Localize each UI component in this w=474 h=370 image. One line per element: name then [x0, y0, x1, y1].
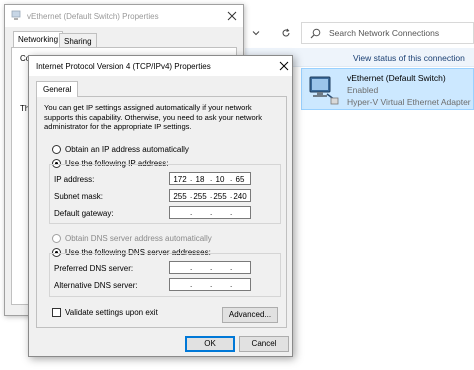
dialog-title-bar: Internet Protocol Version 4 (TCP/IPv4) P…	[29, 56, 292, 76]
ip-octet-2: 18	[195, 175, 205, 184]
subnet-octet-4: 240	[233, 192, 247, 201]
octet-separator: .	[190, 208, 193, 217]
octet-separator: .	[210, 280, 213, 289]
adapter-status: Enabled	[347, 85, 379, 95]
cancel-button[interactable]: Cancel	[239, 336, 289, 352]
subnet-mask-field[interactable]: 255 . 255 . 255 . 240	[169, 189, 251, 202]
subnet-octet-1: 255	[173, 192, 187, 201]
adapter-list-item[interactable]: vEthernet (Default Switch) Enabled Hyper…	[301, 68, 474, 110]
chevron-down-icon[interactable]	[251, 28, 261, 38]
obtain-dns-auto-label[interactable]: Obtain DNS server address automatically	[65, 234, 212, 243]
adapter-description: Hyper-V Virtual Ethernet Adapter	[347, 97, 471, 107]
ip-octet-3: 10	[215, 175, 225, 184]
adapter-name: vEthernet (Default Switch)	[347, 73, 446, 83]
tab-networking[interactable]: Networking	[13, 31, 64, 48]
general-panel: You can get IP settings assigned automat…	[36, 96, 287, 328]
ipv4-properties-dialog: Internet Protocol Version 4 (TCP/IPv4) P…	[28, 55, 293, 357]
refresh-icon[interactable]	[281, 28, 291, 38]
search-icon	[310, 28, 321, 39]
properties-title: vEthernet (Default Switch) Properties	[27, 12, 159, 21]
octet-separator: .	[230, 280, 233, 289]
obtain-ip-auto-radio[interactable]	[52, 145, 61, 154]
network-adapter-icon	[309, 76, 339, 105]
octet-separator: .	[230, 263, 233, 272]
octet-separator: .	[190, 263, 193, 272]
octet-separator: .	[210, 191, 213, 200]
tab-sharing[interactable]: Sharing	[59, 33, 97, 48]
octet-separator: .	[190, 174, 193, 183]
preferred-dns-field[interactable]: . . .	[169, 261, 251, 274]
octet-separator: .	[210, 208, 213, 217]
network-adapter-icon	[11, 10, 21, 20]
search-placeholder: Search Network Connections	[329, 28, 440, 38]
octet-separator: .	[230, 208, 233, 217]
octet-separator: .	[230, 174, 233, 183]
tab-general[interactable]: General	[36, 81, 79, 97]
subnet-octet-2: 255	[193, 192, 207, 201]
view-status-command[interactable]: View status of this connection	[353, 53, 465, 63]
ip-octet-1: 172	[173, 175, 187, 184]
octet-separator: .	[210, 174, 213, 183]
default-gateway-field[interactable]: . . .	[169, 206, 251, 219]
subnet-octet-3: 255	[213, 192, 227, 201]
ok-button[interactable]: OK	[185, 336, 235, 352]
default-gateway-label: Default gateway:	[54, 209, 114, 218]
octet-separator: .	[230, 191, 233, 200]
alternative-dns-label: Alternative DNS server:	[54, 281, 138, 290]
obtain-ip-auto-label[interactable]: Obtain an IP address automatically	[65, 145, 189, 154]
preferred-dns-label: Preferred DNS server:	[54, 264, 134, 273]
obtain-dns-auto-radio[interactable]	[52, 234, 61, 243]
subnet-mask-label: Subnet mask:	[54, 192, 103, 201]
validate-settings-checkbox[interactable]	[52, 308, 61, 317]
octet-separator: .	[190, 191, 193, 200]
close-icon[interactable]	[279, 61, 289, 71]
alternative-dns-field[interactable]: . . .	[169, 278, 251, 291]
close-icon[interactable]	[227, 11, 237, 21]
search-input[interactable]: Search Network Connections	[301, 22, 474, 44]
dialog-title: Internet Protocol Version 4 (TCP/IPv4) P…	[36, 62, 211, 71]
validate-settings-label[interactable]: Validate settings upon exit	[65, 308, 158, 317]
properties-title-bar: vEthernet (Default Switch) Properties	[5, 5, 243, 27]
address-bar: Search Network Connections	[245, 0, 474, 46]
ip-octet-4: 65	[235, 175, 245, 184]
octet-separator: .	[190, 280, 193, 289]
octet-separator: .	[210, 263, 213, 272]
ip-address-field[interactable]: 172 . 18 . 10 . 65	[169, 172, 251, 185]
intro-text: You can get IP settings assigned automat…	[44, 103, 263, 132]
ip-address-label: IP address:	[54, 175, 95, 184]
advanced-button[interactable]: Advanced...	[222, 307, 278, 323]
